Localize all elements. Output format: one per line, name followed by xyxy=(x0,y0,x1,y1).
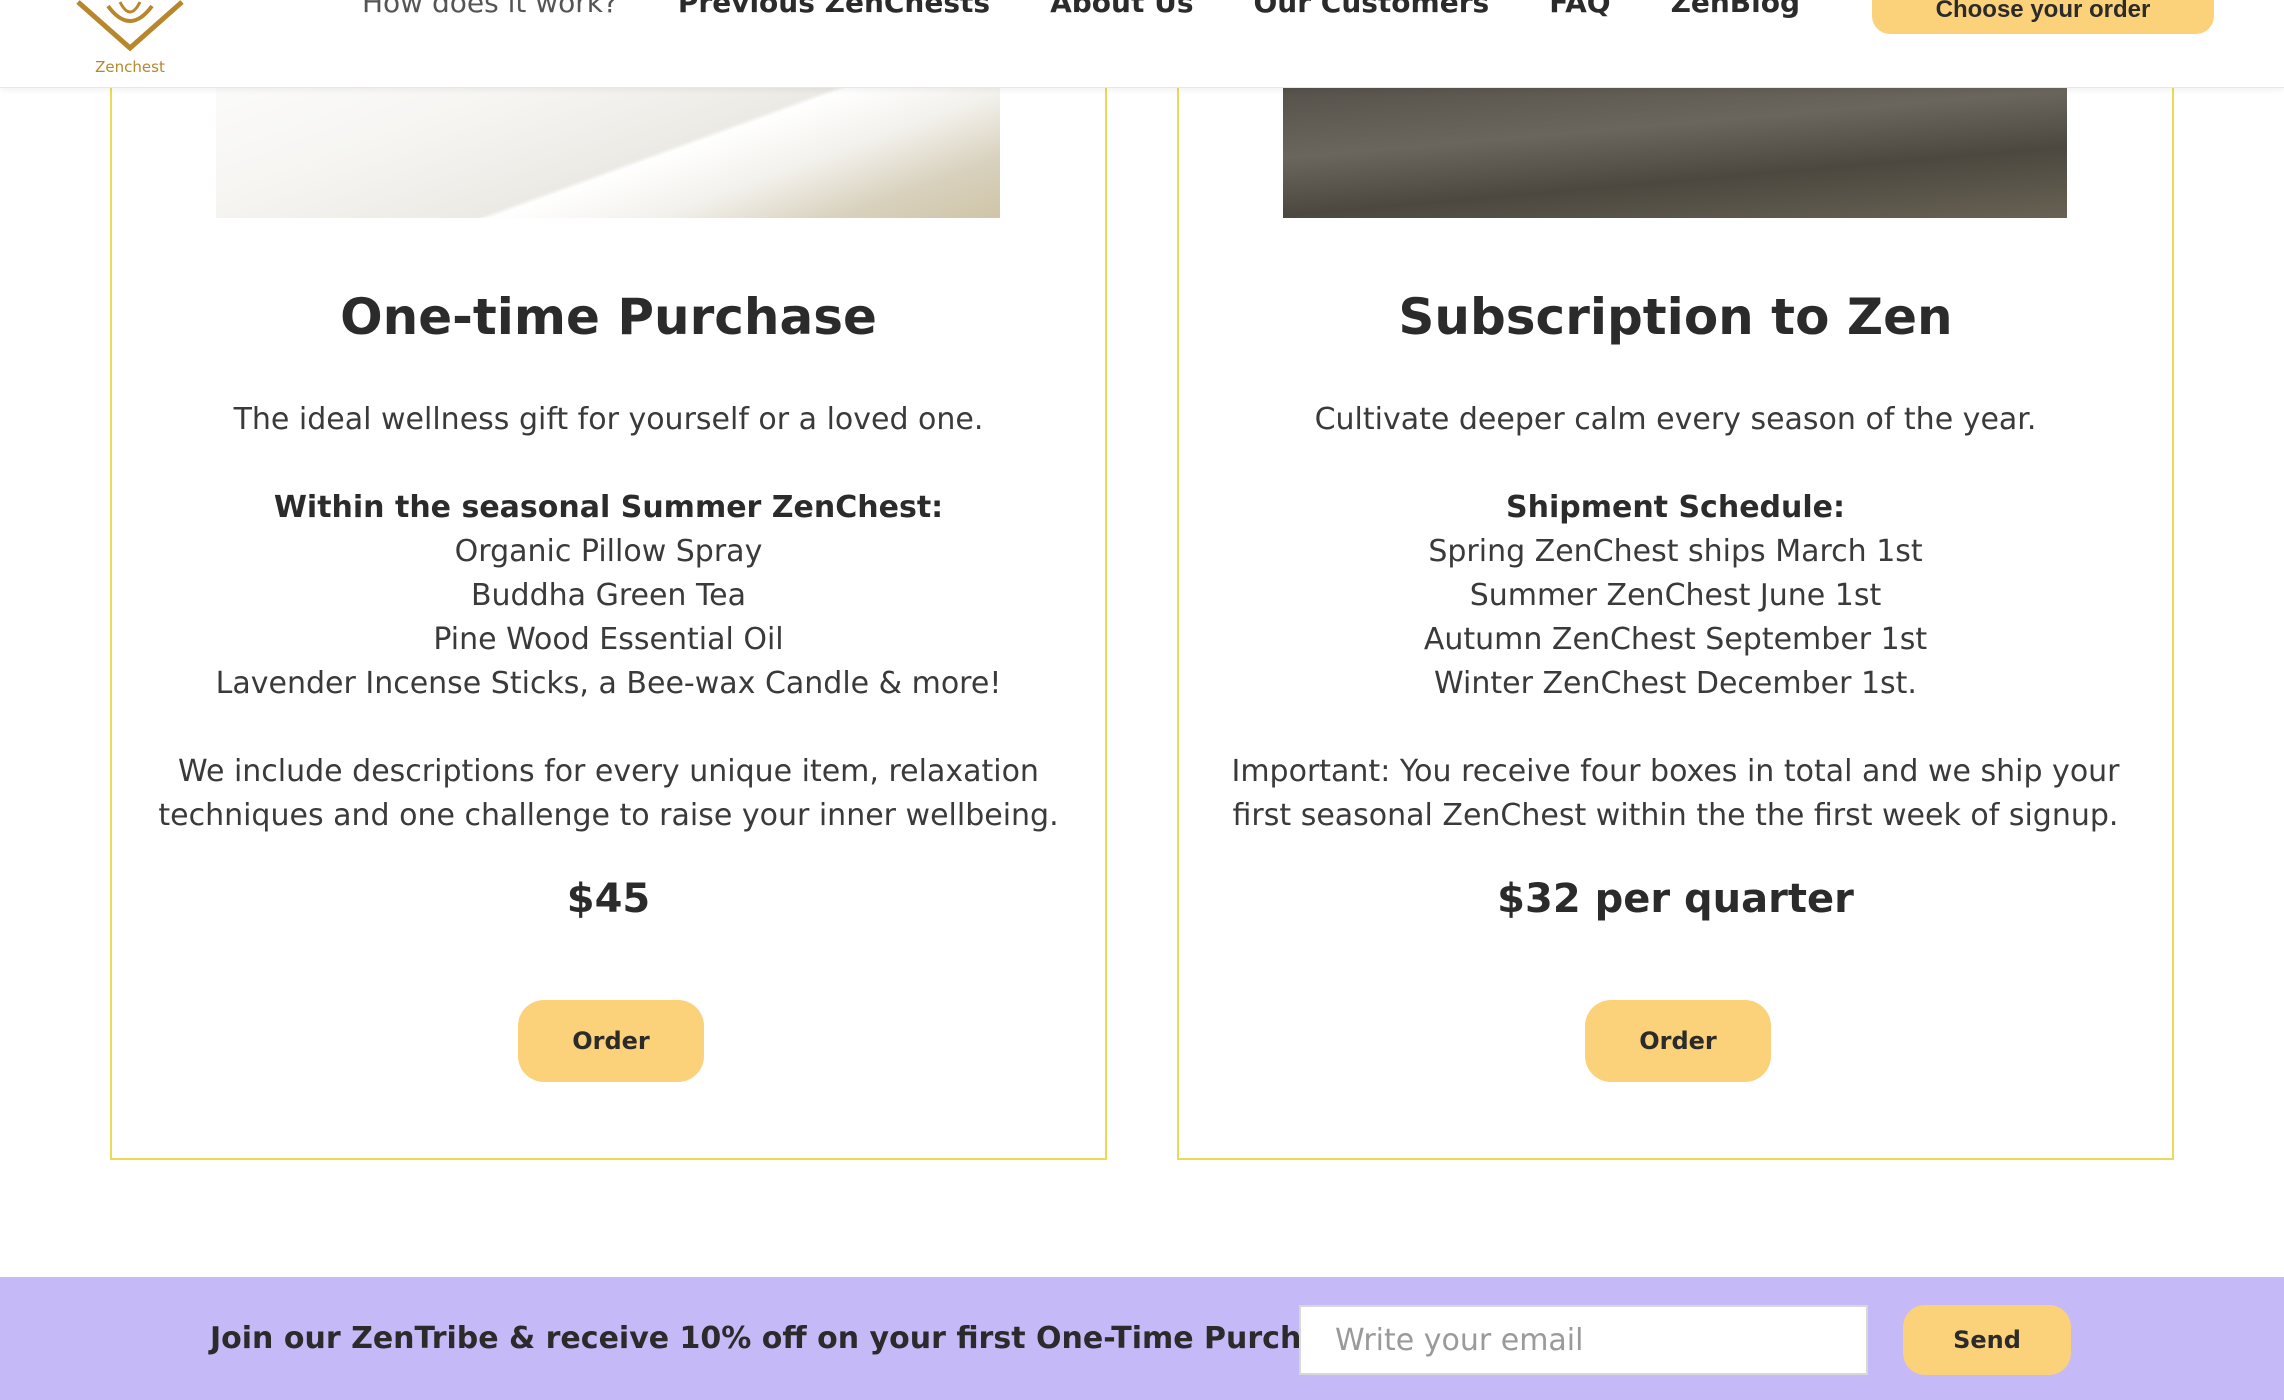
lotus-logo-icon xyxy=(76,0,184,52)
price: $32 per quarter xyxy=(1497,876,1854,922)
order-button[interactable]: Order xyxy=(518,1000,704,1082)
list-item: Organic Pillow Spray xyxy=(454,534,763,569)
card-note-line: first seasonal ZenChest within the the f… xyxy=(1232,798,2119,833)
choose-order-button[interactable]: Choose your order xyxy=(1872,0,2214,34)
nav-how-it-works[interactable]: How does it work? xyxy=(362,0,618,19)
card-title: Subscription to Zen xyxy=(1398,288,1953,346)
card-intro: The ideal wellness gift for yourself or … xyxy=(233,402,984,437)
list-item: Winter ZenChest December 1st. xyxy=(1434,666,1917,701)
list-item: Summer ZenChest June 1st xyxy=(1469,578,1882,613)
list-item: Lavender Incense Sticks, a Bee-wax Candl… xyxy=(215,666,1002,701)
one-time-purchase-card: One-time Purchase The ideal wellness gif… xyxy=(110,0,1107,1160)
nav-faq[interactable]: FAQ xyxy=(1549,0,1610,19)
list-item: Autumn ZenChest September 1st xyxy=(1423,622,1928,657)
card-list-heading: Within the seasonal Summer ZenChest: xyxy=(273,490,944,525)
nav-zenblog[interactable]: ZenBlog xyxy=(1671,0,1800,19)
send-button[interactable]: Send xyxy=(1903,1305,2071,1375)
subscription-card: Subscription to Zen Cultivate deeper cal… xyxy=(1177,0,2174,1160)
list-item: Buddha Green Tea xyxy=(470,578,747,613)
newsletter-text: Join our ZenTribe & receive 10% off on y… xyxy=(210,1321,1374,1356)
card-note-line: Important: You receive four boxes in tot… xyxy=(1231,754,2120,789)
card-intro: Cultivate deeper calm every season of th… xyxy=(1314,402,2037,437)
card-description: The ideal wellness gift for yourself or … xyxy=(152,398,1065,838)
price: $45 xyxy=(566,876,651,922)
site-header: Zenchest How does it work? Previous ZenC… xyxy=(0,0,2284,88)
list-item: Spring ZenChest ships March 1st xyxy=(1428,534,1923,569)
order-button[interactable]: Order xyxy=(1585,1000,1771,1082)
list-item: Pine Wood Essential Oil xyxy=(433,622,784,657)
nav-our-customers[interactable]: Our Customers xyxy=(1253,0,1489,19)
logo-text: Zenchest xyxy=(95,58,165,76)
logo[interactable]: Zenchest xyxy=(70,0,190,82)
email-field[interactable] xyxy=(1299,1305,1868,1375)
card-title: One-time Purchase xyxy=(340,288,877,346)
main-nav: How does it work? Previous ZenChests Abo… xyxy=(362,0,1860,19)
nav-about-us[interactable]: About Us xyxy=(1050,0,1193,19)
card-note-line: techniques and one challenge to raise yo… xyxy=(158,798,1059,833)
nav-previous-zenchests[interactable]: Previous ZenChests xyxy=(678,0,990,19)
card-note-line: We include descriptions for every unique… xyxy=(178,754,1039,789)
card-description: Cultivate deeper calm every season of th… xyxy=(1219,398,2132,838)
newsletter-banner: Join our ZenTribe & receive 10% off on y… xyxy=(0,1277,2284,1400)
card-list-heading: Shipment Schedule: xyxy=(1505,490,1846,525)
